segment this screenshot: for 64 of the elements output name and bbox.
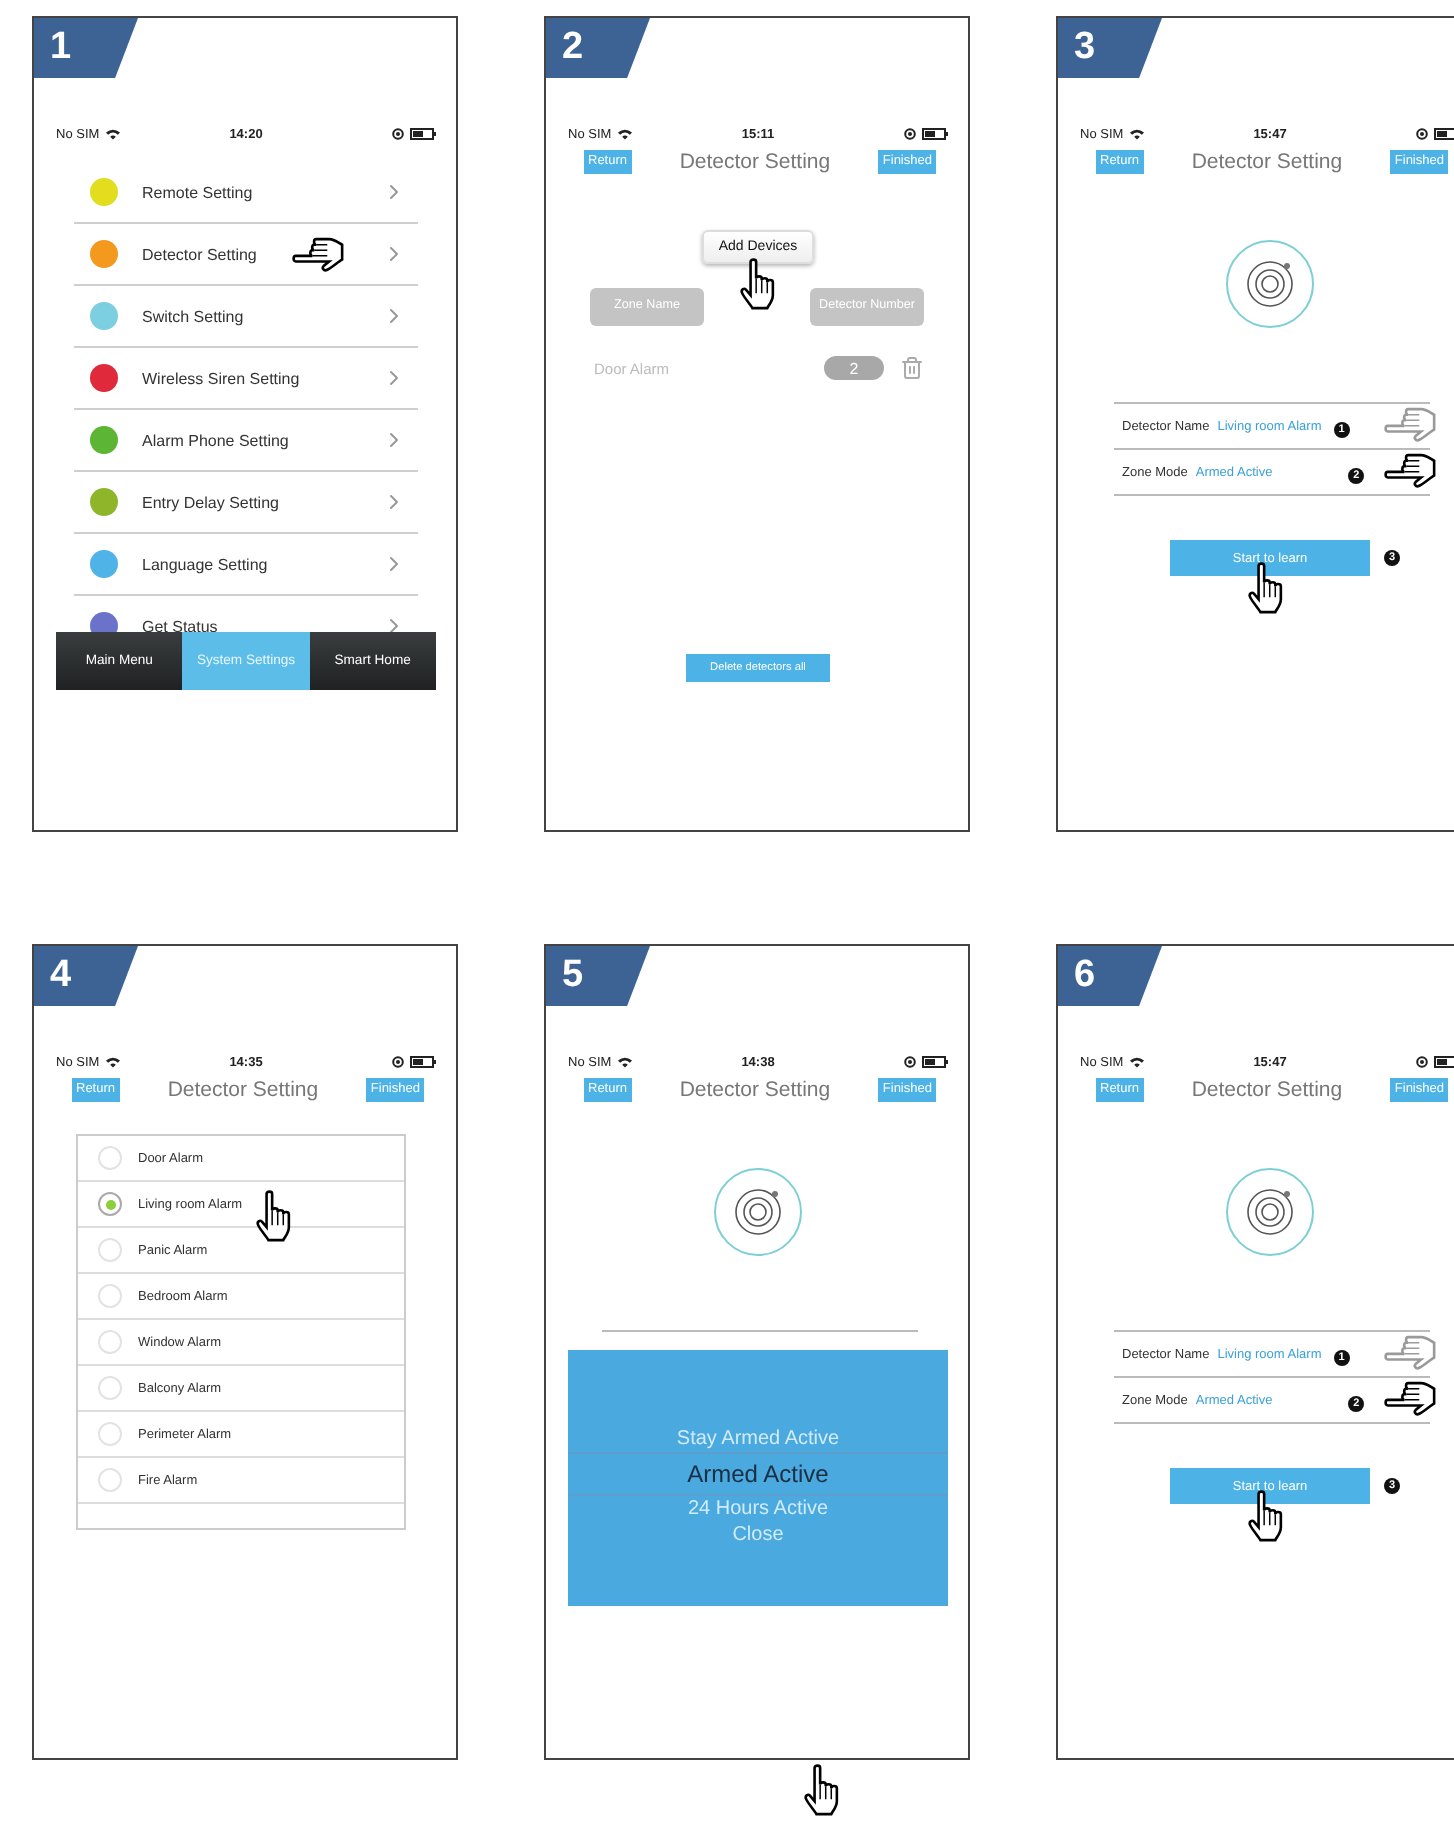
hand-cursor-icon bbox=[802, 1764, 842, 1816]
step-number: 2 bbox=[546, 18, 650, 78]
menu-item-label: Language Setting bbox=[142, 555, 270, 573]
hand-cursor-icon bbox=[254, 1190, 294, 1242]
menu-item-label: Remote Setting bbox=[142, 183, 255, 201]
wifi-icon bbox=[617, 1056, 632, 1068]
step-number: 1 bbox=[34, 18, 138, 78]
hand-cursor-icon bbox=[1384, 1332, 1436, 1372]
menu-item[interactable]: Detector Setting bbox=[74, 224, 418, 286]
menu-item-label: Get Status bbox=[142, 617, 220, 632]
screen-title: Detector Setting bbox=[1191, 1078, 1343, 1102]
menu-item[interactable]: Language Setting bbox=[74, 534, 418, 596]
alarm-icon bbox=[904, 1056, 916, 1068]
radio-button[interactable] bbox=[98, 1192, 122, 1216]
hand-cursor-icon bbox=[1384, 450, 1436, 490]
step-number: 6 bbox=[1058, 946, 1162, 1006]
screen-title: Detector Setting bbox=[679, 150, 831, 174]
wifi-icon bbox=[1129, 128, 1144, 140]
detector-drawing bbox=[1224, 1166, 1316, 1258]
screen-title: Detector Setting bbox=[1191, 150, 1343, 174]
menu-item-label: Entry Delay Setting bbox=[142, 493, 281, 511]
battery-icon bbox=[1434, 1056, 1454, 1068]
menu-item[interactable]: Alarm Phone Setting bbox=[74, 410, 418, 472]
battery-icon bbox=[1434, 128, 1454, 140]
battery-icon bbox=[922, 1056, 948, 1068]
menu-item-label: Detector Setting bbox=[142, 245, 259, 263]
alarm-icon bbox=[392, 1056, 404, 1068]
battery-icon bbox=[922, 128, 948, 140]
menu-item[interactable]: Entry Delay Setting bbox=[74, 472, 418, 534]
mode-option[interactable]: Armed Active bbox=[568, 1452, 948, 1496]
step-number: 3 bbox=[1058, 18, 1162, 78]
alarm-icon bbox=[1416, 128, 1428, 140]
menu-item[interactable]: Remote Setting bbox=[74, 162, 418, 224]
menu-item-label: Switch Setting bbox=[142, 307, 246, 325]
delete-icon[interactable] bbox=[900, 356, 924, 380]
menu-item[interactable]: Switch Setting bbox=[74, 286, 418, 348]
wifi-icon bbox=[617, 128, 632, 140]
detector-drawing bbox=[712, 1166, 804, 1258]
wifi-icon bbox=[105, 1056, 120, 1068]
hand-cursor-icon bbox=[1384, 404, 1436, 444]
hand-cursor-icon bbox=[1246, 562, 1286, 614]
battery-icon bbox=[410, 128, 436, 140]
hand-cursor-icon bbox=[292, 234, 344, 274]
detector-drawing bbox=[1224, 238, 1316, 330]
alarm-icon bbox=[1416, 1056, 1428, 1068]
mode-option[interactable]: Close bbox=[568, 1522, 948, 1548]
alarm-icon bbox=[392, 128, 404, 140]
mode-option[interactable]: Stay Armed Active bbox=[568, 1426, 948, 1452]
step-number: 4 bbox=[34, 946, 138, 1006]
hand-cursor-icon bbox=[1246, 1490, 1286, 1542]
menu-item-label: Wireless Siren Setting bbox=[142, 369, 302, 387]
screen-title: Detector Setting bbox=[167, 1078, 319, 1102]
detector-number: 2 bbox=[824, 356, 884, 380]
menu-item[interactable]: Wireless Siren Setting bbox=[74, 348, 418, 410]
hand-cursor-icon bbox=[738, 258, 778, 310]
hand-cursor-icon bbox=[1384, 1378, 1436, 1418]
screen-title: Detector Setting bbox=[679, 1078, 831, 1102]
battery-icon bbox=[410, 1056, 436, 1068]
wifi-icon bbox=[1129, 1056, 1144, 1068]
wifi-icon bbox=[105, 128, 120, 140]
mode-option[interactable]: 24 Hours Active bbox=[568, 1496, 948, 1522]
alarm-icon bbox=[904, 128, 916, 140]
menu-item-label: Alarm Phone Setting bbox=[142, 431, 291, 449]
step-number: 5 bbox=[546, 946, 650, 1006]
